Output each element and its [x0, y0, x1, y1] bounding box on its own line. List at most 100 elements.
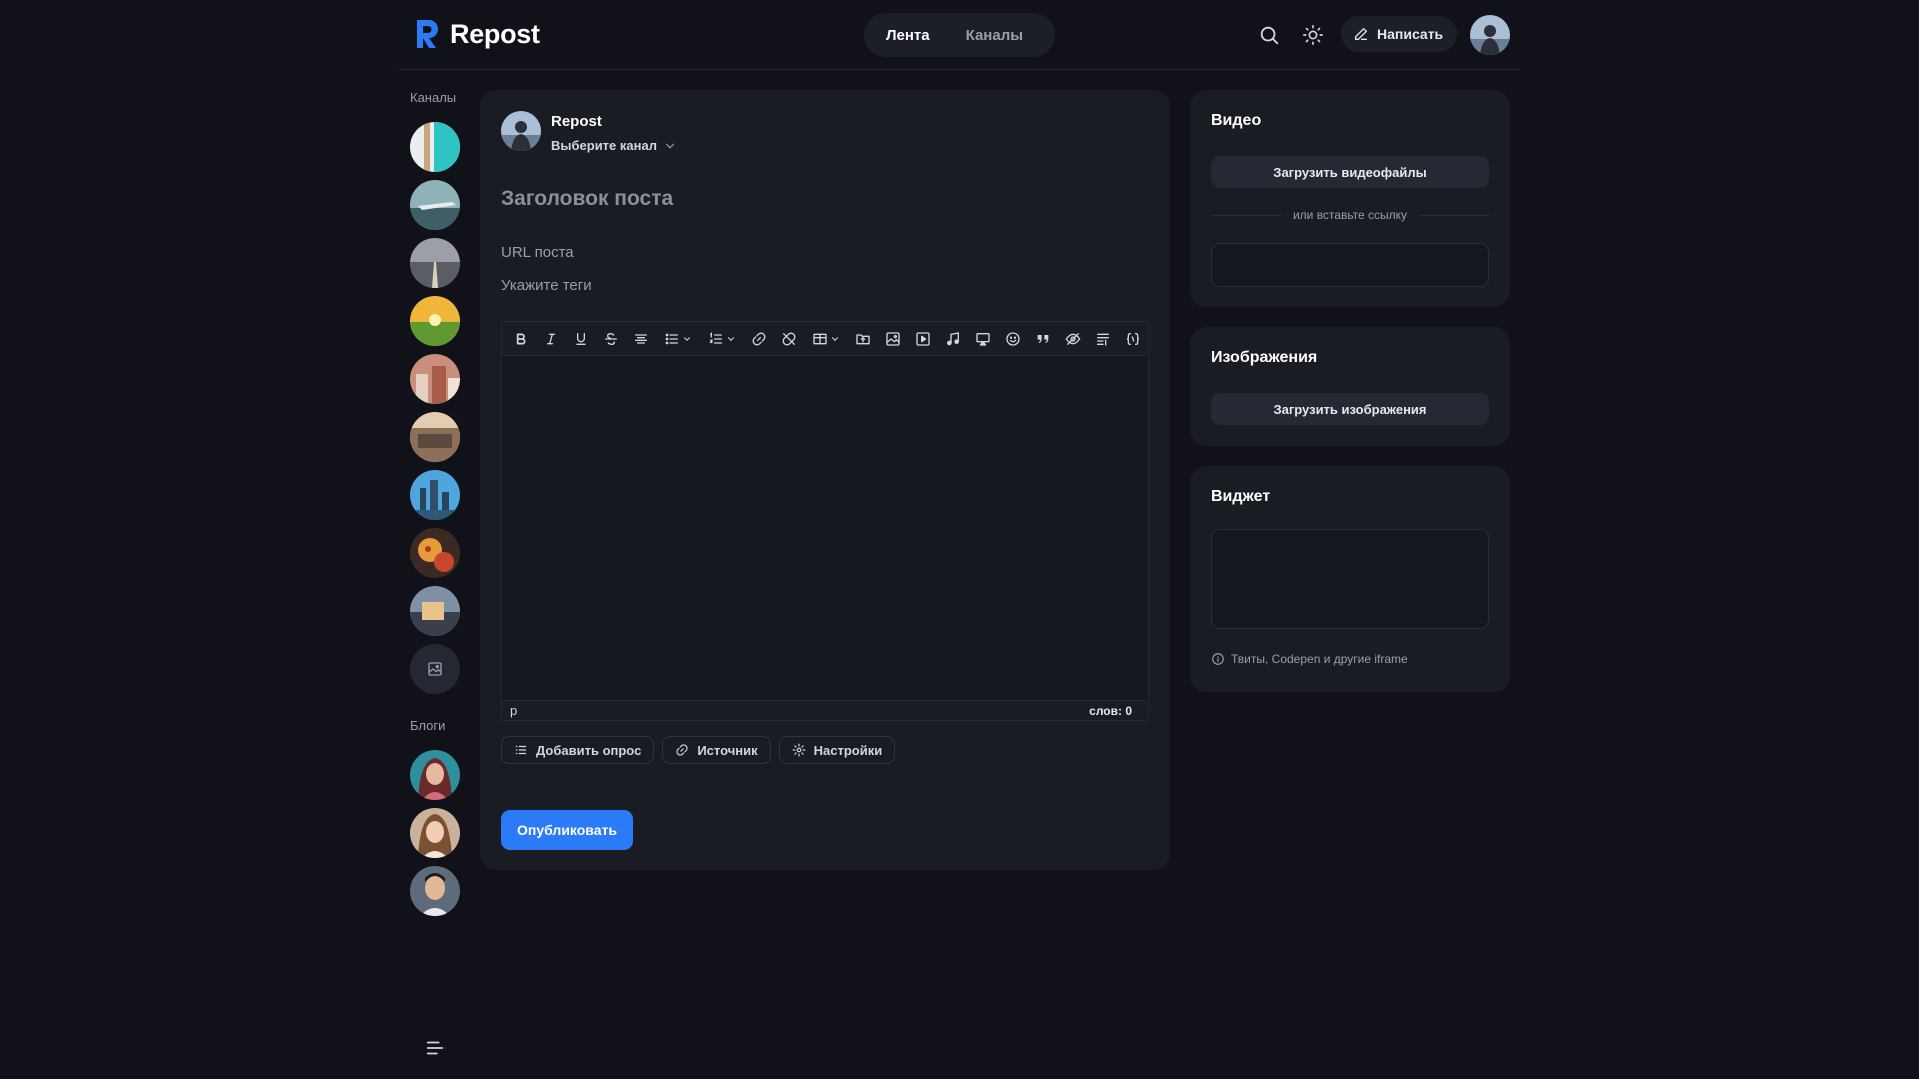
italic-button[interactable] [536, 324, 566, 354]
post-title-input[interactable] [501, 182, 1141, 216]
folder-upload-icon [856, 333, 870, 344]
image-icon [428, 662, 442, 676]
divider-line [1211, 214, 1281, 216]
tab-channels[interactable]: Каналы [948, 17, 1041, 53]
publish-button[interactable]: Опубликовать [501, 810, 633, 850]
numbered-list-button[interactable] [700, 324, 744, 354]
upload-video-button[interactable]: Загрузить видеофайлы [1211, 156, 1489, 188]
channel-avatar-image [410, 586, 460, 636]
embed-hint-text: Твиты, Codepen и другие iframe [1231, 652, 1408, 666]
blog-avatar[interactable] [410, 808, 460, 858]
channel-avatar-image [410, 470, 460, 520]
channel-avatar-image [410, 238, 460, 288]
code-button[interactable] [1118, 324, 1148, 354]
video-url-input[interactable] [1211, 243, 1489, 287]
video-widget-title: Видео [1211, 112, 1262, 129]
blockquote-button[interactable] [1028, 324, 1058, 354]
editor-toolbar [502, 322, 1148, 356]
video-widget: Видео Загрузить видеофайлы или вставьте … [1190, 90, 1510, 307]
insert-image-button[interactable] [878, 324, 908, 354]
tab-feed[interactable]: Лента [868, 17, 948, 53]
menu-icon[interactable] [424, 1037, 446, 1059]
chevron-down-icon [831, 336, 839, 341]
search-icon[interactable] [1258, 24, 1280, 46]
link-icon [752, 332, 766, 345]
code-braces-icon [1126, 332, 1140, 345]
channel-avatar-image [410, 122, 460, 172]
bold-button[interactable] [506, 324, 536, 354]
add-poll-button[interactable]: Добавить опрос [501, 736, 655, 764]
upload-file-button[interactable] [848, 324, 878, 354]
channel-avatar[interactable] [410, 528, 460, 578]
align-center-button[interactable] [626, 324, 656, 354]
element-path[interactable]: p [510, 703, 517, 718]
post-url-input[interactable] [501, 240, 1141, 264]
insert-embed-button[interactable] [968, 324, 998, 354]
underline-button[interactable] [566, 324, 596, 354]
channel-select-dropdown[interactable]: Выберите канал [551, 138, 677, 153]
blog-avatar-image [410, 808, 460, 858]
channel-avatar[interactable] [410, 180, 460, 230]
post-tags-input[interactable] [501, 273, 1141, 297]
more-channels-button[interactable] [410, 644, 460, 694]
channel-avatar[interactable] [410, 354, 460, 404]
left-sidebar: Каналы Блоги [398, 70, 466, 1079]
insert-audio-button[interactable] [938, 324, 968, 354]
author-name: Repost [551, 113, 602, 130]
channels-heading: Каналы [410, 90, 457, 105]
chevron-down-icon [727, 336, 735, 341]
user-avatar[interactable] [1470, 15, 1510, 55]
blogs-heading: Блоги [410, 718, 446, 733]
numbered-list-icon [709, 331, 722, 344]
embed-hint: Твиты, Codepen и другие iframe [1211, 652, 1408, 666]
main-nav: Лента Каналы [864, 13, 1055, 57]
text-block-icon [1097, 333, 1109, 346]
strikethrough-button[interactable] [596, 324, 626, 354]
insert-link-button[interactable] [744, 324, 774, 354]
video-icon [916, 331, 930, 346]
post-editor-card: Repost Выберите канал Заголовок поста UR… [480, 90, 1170, 870]
chevron-down-icon [683, 336, 691, 341]
editor-content-area[interactable] [502, 356, 1148, 700]
embed-widget: Виджет Твиты, Codepen и другие iframe [1190, 466, 1510, 692]
embed-code-textarea[interactable] [1211, 529, 1489, 629]
theme-toggle-sun-icon[interactable] [1302, 24, 1324, 46]
format-block-button[interactable] [1088, 324, 1118, 354]
author-avatar [501, 111, 541, 151]
settings-button[interactable]: Настройки [778, 736, 896, 764]
logo[interactable]: Repost [414, 18, 540, 50]
channel-avatar[interactable] [410, 470, 460, 520]
source-label: Источник [697, 742, 758, 758]
write-button[interactable]: Написать [1341, 16, 1458, 52]
add-poll-label: Добавить опрос [536, 742, 642, 758]
upload-images-button[interactable]: Загрузить изображения [1211, 393, 1489, 425]
settings-label: Настройки [813, 742, 883, 758]
pencil-icon [1355, 28, 1367, 40]
spoiler-button[interactable] [1058, 324, 1088, 354]
author-block: Repost Выберите канал [501, 111, 677, 153]
bold-icon [516, 332, 526, 345]
blog-avatar[interactable] [410, 750, 460, 800]
channel-avatar[interactable] [410, 122, 460, 172]
channel-avatar[interactable] [410, 296, 460, 346]
chevron-down-icon [665, 143, 675, 149]
brand-name: Repost [450, 18, 540, 49]
remove-link-button[interactable] [774, 324, 804, 354]
italic-icon [547, 333, 555, 344]
bullet-list-button[interactable] [656, 324, 700, 354]
source-button[interactable]: Источник [662, 736, 771, 764]
blog-avatar[interactable] [410, 866, 460, 916]
channel-avatar[interactable] [410, 412, 460, 462]
channel-avatar[interactable] [410, 238, 460, 288]
insert-emoji-button[interactable] [998, 324, 1028, 354]
info-icon [1212, 653, 1224, 665]
write-button-label: Написать [1377, 26, 1444, 42]
channel-avatar[interactable] [410, 586, 460, 636]
unlink-icon [782, 332, 796, 345]
blog-avatar-image [410, 750, 460, 800]
strikethrough-icon [605, 332, 617, 345]
word-count: слов: 0 [1089, 703, 1132, 718]
table-button[interactable] [804, 324, 848, 354]
repost-logo-icon [417, 20, 438, 48]
insert-video-button[interactable] [908, 324, 938, 354]
